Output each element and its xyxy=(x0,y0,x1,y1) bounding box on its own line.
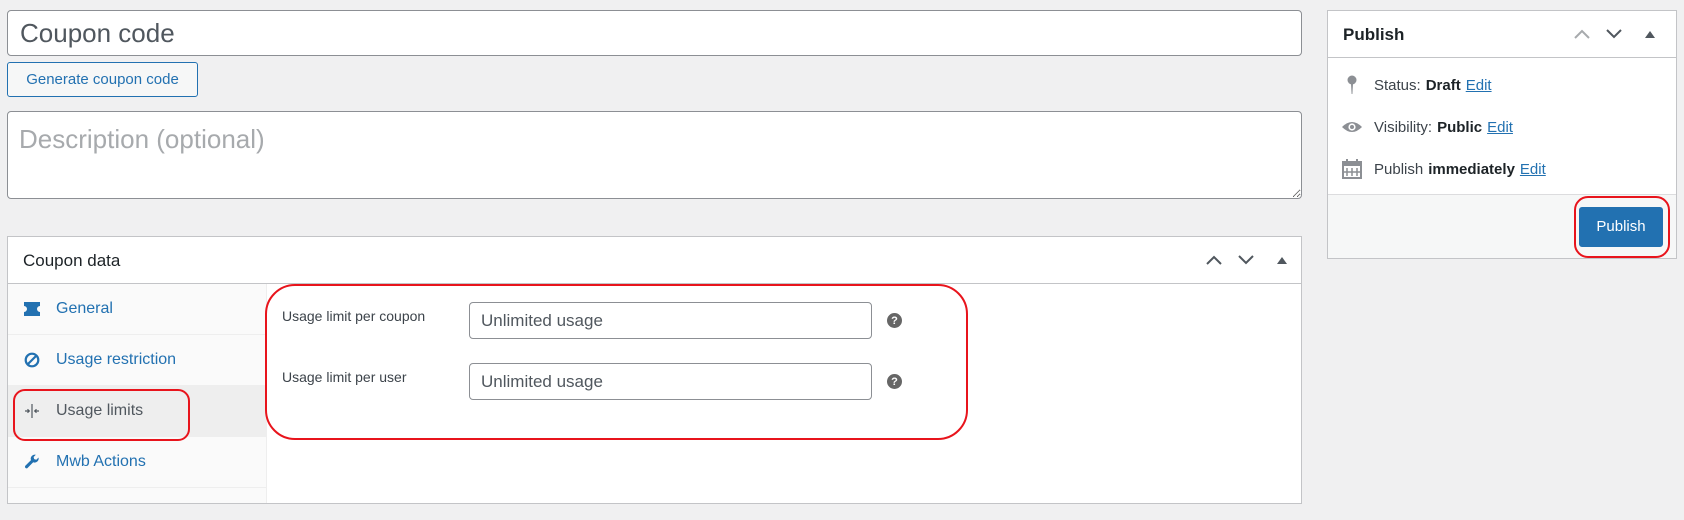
publish-button[interactable]: Publish xyxy=(1579,207,1663,247)
coupon-data-title: Coupon data xyxy=(23,251,121,270)
edit-visibility-link[interactable]: Edit xyxy=(1487,119,1513,136)
schedule-row: Publish immediately Edit xyxy=(1340,157,1546,181)
status-value: Draft xyxy=(1425,76,1461,94)
visibility-value: Public xyxy=(1437,118,1483,136)
usage-limit-per-user-input[interactable] xyxy=(469,363,872,400)
usage-limit-per-user-label: Usage limit per user xyxy=(282,369,407,385)
coupon-data-header: Coupon data xyxy=(8,237,1301,284)
calendar-icon xyxy=(1340,157,1364,181)
coupon-data-panel: Coupon data General Usage restriction Us… xyxy=(7,236,1302,504)
restriction-icon xyxy=(22,350,42,370)
tab-mwb-actions[interactable]: Mwb Actions xyxy=(8,437,267,488)
eye-icon xyxy=(1340,115,1364,139)
usage-limit-per-coupon-input[interactable] xyxy=(469,302,872,339)
pin-icon xyxy=(1340,73,1364,97)
wrench-icon xyxy=(22,452,42,472)
collapse-toggle-icon[interactable] xyxy=(1271,249,1293,271)
move-down-icon[interactable] xyxy=(1235,249,1257,271)
move-up-icon[interactable] xyxy=(1571,23,1593,45)
visibility-row: Visibility: Public Edit xyxy=(1340,115,1513,139)
tab-general[interactable]: General xyxy=(8,284,267,335)
edit-status-link[interactable]: Edit xyxy=(1466,77,1492,94)
description-field[interactable] xyxy=(7,111,1302,199)
tab-label: Usage restriction xyxy=(56,351,177,368)
collapse-toggle-icon[interactable] xyxy=(1639,23,1661,45)
usage-limit-per-coupon-label: Usage limit per coupon xyxy=(282,308,426,324)
publish-actions: Publish xyxy=(1328,194,1676,258)
generate-coupon-code-button[interactable]: Generate coupon code xyxy=(7,62,198,97)
help-icon[interactable]: ? xyxy=(887,374,902,389)
coupon-data-tabs: General Usage restriction Usage limits M… xyxy=(8,284,267,503)
schedule-label: Publish xyxy=(1374,160,1424,178)
publish-box: Publish Status: Draft Edit Visibility: P… xyxy=(1327,10,1677,259)
tab-label: Mwb Actions xyxy=(56,453,146,470)
coupon-code-input[interactable] xyxy=(7,10,1302,56)
move-down-icon[interactable] xyxy=(1603,23,1625,45)
help-icon[interactable]: ? xyxy=(887,313,902,328)
publish-title: Publish xyxy=(1343,25,1405,44)
ticket-icon xyxy=(22,299,42,319)
visibility-label: Visibility: xyxy=(1374,118,1433,136)
tab-usage-restriction[interactable]: Usage restriction xyxy=(8,335,267,386)
tab-label: Usage limits xyxy=(56,402,144,419)
tab-label: General xyxy=(56,300,113,317)
usage-limits-icon xyxy=(22,401,42,421)
publish-header: Publish xyxy=(1328,11,1676,58)
schedule-value: immediately xyxy=(1428,160,1515,178)
status-label: Status: xyxy=(1374,76,1421,94)
tab-usage-limits[interactable]: Usage limits xyxy=(8,386,267,437)
status-row: Status: Draft Edit xyxy=(1340,73,1492,97)
edit-schedule-link[interactable]: Edit xyxy=(1520,161,1546,178)
move-up-icon[interactable] xyxy=(1203,249,1225,271)
